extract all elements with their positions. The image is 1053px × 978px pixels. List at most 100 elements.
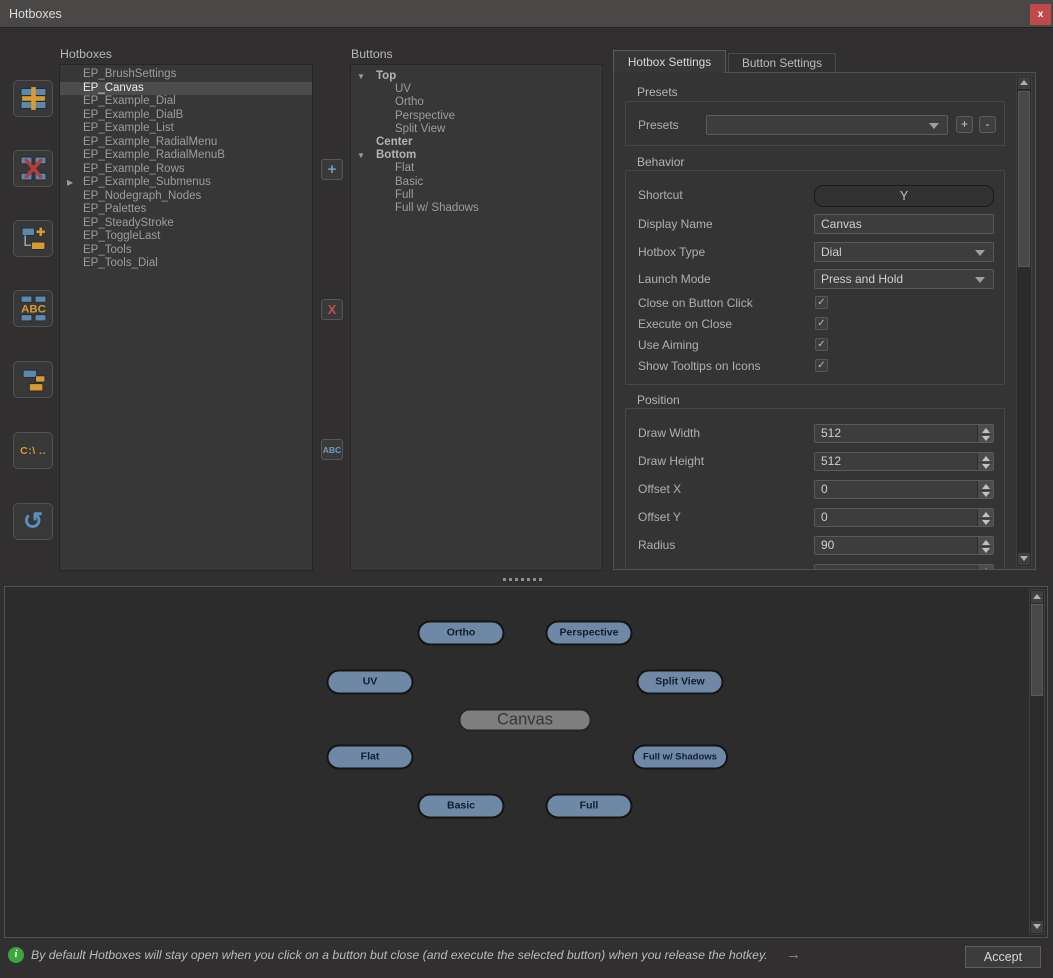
preview-scrollbar[interactable] (1029, 589, 1045, 935)
scroll-down-icon[interactable] (1018, 553, 1030, 565)
delete-button[interactable]: X (321, 299, 343, 320)
hotbox-list-item[interactable]: EP_ToggleLast (60, 230, 312, 244)
preview-button-flat[interactable]: Flat (327, 745, 414, 770)
settings-scrollbar-thumb[interactable] (1018, 91, 1030, 267)
spin-down-icon[interactable] (982, 520, 990, 525)
presets-dropdown[interactable] (706, 115, 948, 135)
hotbox-list-item[interactable]: EP_BrushSettings (60, 68, 312, 82)
preview-scrollbar-thumb[interactable] (1031, 604, 1043, 696)
spinner-arrows[interactable] (977, 565, 993, 570)
hotbox-list-item[interactable]: EP_SteadyStroke (60, 217, 312, 231)
tree-item-row[interactable]: Perspective (351, 110, 602, 123)
expand-arrow-icon[interactable]: ▶ (67, 176, 73, 190)
hotbox-list-item[interactable]: EP_Tools_Dial (60, 257, 312, 271)
spinner-value: 512 (821, 426, 841, 440)
hotbox-list-item[interactable]: EP_Example_Dial (60, 95, 312, 109)
hotbox-list-item[interactable]: ▶EP_Example_Submenus (60, 176, 312, 190)
tree-item-row[interactable]: Split View (351, 123, 602, 136)
rename-hotbox-button[interactable]: ABC (13, 290, 53, 327)
tree-item-row[interactable]: Basic (351, 176, 602, 189)
tree-item-row[interactable]: Flat (351, 162, 602, 175)
spin-up-icon[interactable] (982, 512, 990, 517)
use-aiming-checkbox[interactable]: ✓ (815, 338, 828, 351)
spin-down-icon[interactable] (982, 492, 990, 497)
preset-remove-button[interactable]: - (979, 116, 996, 133)
preview-center-button[interactable]: Canvas (459, 709, 592, 732)
preview-button-basic[interactable]: Basic (418, 794, 505, 819)
spinner-arrows[interactable] (977, 537, 993, 554)
tree-item-row[interactable]: Full (351, 189, 602, 202)
tree-group-row[interactable]: Center (351, 136, 602, 149)
hotbox-list-item[interactable]: EP_Example_RadialMenuB (60, 149, 312, 163)
hotbox-list-item[interactable]: EP_Nodegraph_Nodes (60, 190, 312, 204)
offset-x-spinner[interactable]: 0 (814, 480, 994, 499)
preview-button-ortho[interactable]: Ortho (418, 621, 505, 646)
close-on-button-click-checkbox[interactable]: ✓ (815, 296, 828, 309)
reset-hotboxes-button[interactable]: ↺ (13, 503, 53, 540)
hotbox-list-item[interactable]: EP_Example_RadialMenu (60, 136, 312, 150)
offset-y-spinner[interactable]: 0 (814, 508, 994, 527)
hotbox-type-dropdown[interactable]: Dial (814, 242, 994, 262)
hotbox-name: EP_ToggleLast (83, 230, 160, 242)
draw-height-spinner[interactable]: 512 (814, 452, 994, 471)
position-groupbox: Draw Width512Draw Height512Offset X0Offs… (625, 408, 1005, 570)
scroll-up-icon[interactable] (1018, 77, 1030, 89)
delete-hotbox-button[interactable] (13, 150, 53, 187)
collapse-arrow-icon[interactable]: ▼ (357, 70, 365, 83)
rename-button[interactable]: ABC (321, 439, 343, 460)
splitter-handle[interactable] (503, 578, 542, 581)
draw-width-spinner[interactable]: 512 (814, 424, 994, 443)
spin-up-icon[interactable] (982, 428, 990, 433)
preview-button-full-w-shadows[interactable]: Full w/ Shadows (632, 745, 728, 770)
spin-down-icon[interactable] (982, 436, 990, 441)
settings-scrollbar[interactable] (1016, 75, 1032, 567)
hotbox-list-item[interactable]: EP_Example_DialB (60, 109, 312, 123)
spin-up-icon[interactable] (982, 456, 990, 461)
collapse-arrow-icon[interactable]: ▼ (357, 149, 365, 162)
scroll-up-icon[interactable] (1031, 591, 1043, 603)
tree-item-row[interactable]: Ortho (351, 96, 602, 109)
svg-text:ABC: ABC (21, 304, 46, 316)
open-hotbox-folder-button[interactable]: C:\ .. (13, 432, 53, 469)
spinner-arrows[interactable] (977, 453, 993, 470)
spin-up-icon[interactable] (982, 540, 990, 545)
preview-button-uv[interactable]: UV (327, 670, 414, 695)
hotbox-list-item[interactable]: EP_Canvas (60, 82, 312, 96)
spin-up-icon[interactable] (982, 484, 990, 489)
add-button[interactable]: + (321, 159, 343, 180)
hotbox-list-item[interactable]: EP_Example_List (60, 122, 312, 136)
tree-item-row[interactable]: UV (351, 83, 602, 96)
spinner-arrows[interactable] (977, 481, 993, 498)
accept-button[interactable]: Accept (965, 946, 1041, 968)
preview-button-perspective[interactable]: Perspective (546, 621, 633, 646)
spin-down-icon[interactable] (982, 464, 990, 469)
new-child-hotbox-button[interactable] (13, 220, 53, 257)
tree-group-row[interactable]: ▼Bottom (351, 149, 602, 162)
tab-button-settings[interactable]: Button Settings (728, 53, 836, 73)
tab-hotbox-settings[interactable]: Hotbox Settings (613, 50, 726, 73)
preset-add-button[interactable]: + (956, 116, 973, 133)
hotbox-list-item[interactable]: EP_Palettes (60, 203, 312, 217)
preview-button-split-view[interactable]: Split View (637, 670, 724, 695)
position-row: Offset X0 (626, 480, 1004, 499)
shortcut-field[interactable]: Y (814, 185, 994, 207)
display-name-field[interactable]: Canvas (814, 214, 994, 234)
spinner-arrows[interactable] (977, 509, 993, 526)
launch-mode-dropdown[interactable]: Press and Hold (814, 269, 994, 289)
tree-item-row[interactable]: Full w/ Shadows (351, 202, 602, 215)
radius-spinner[interactable]: 90 (814, 536, 994, 555)
scroll-down-icon[interactable] (1031, 921, 1043, 933)
close-icon[interactable]: x (1030, 4, 1051, 25)
spin-up-icon[interactable] (982, 568, 990, 571)
spin-down-icon[interactable] (982, 548, 990, 553)
hotbox-list-item[interactable]: EP_Example_Rows (60, 163, 312, 177)
show-tooltips-on-icons-checkbox[interactable]: ✓ (815, 359, 828, 372)
arrange-hotboxes-button[interactable] (13, 361, 53, 398)
add-hotbox-button[interactable] (13, 80, 53, 117)
clipped-spinner[interactable] (814, 564, 994, 570)
execute-on-close-checkbox[interactable]: ✓ (815, 317, 828, 330)
spinner-arrows[interactable] (977, 425, 993, 442)
hotbox-list-item[interactable]: EP_Tools (60, 244, 312, 258)
preview-button-full[interactable]: Full (546, 794, 633, 819)
tree-group-row[interactable]: ▼Top (351, 70, 602, 83)
